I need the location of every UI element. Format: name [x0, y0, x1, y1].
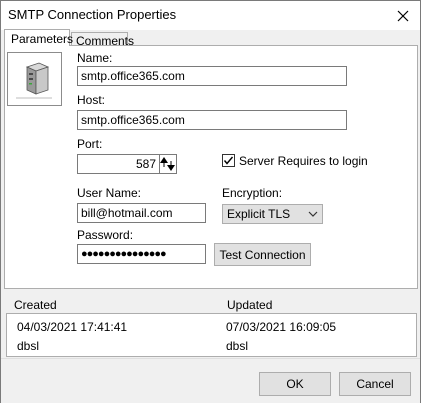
test-connection-button[interactable]: Test Connection	[214, 243, 311, 266]
smtp-properties-dialog: SMTP Connection Properties Parameters Co…	[0, 0, 421, 403]
close-icon	[397, 10, 409, 21]
username-input[interactable]	[77, 203, 206, 223]
check-mark-icon	[223, 156, 234, 165]
updated-label: Updated	[227, 298, 273, 312]
host-label: Host:	[77, 93, 106, 107]
name-input[interactable]	[77, 66, 347, 86]
server-icon	[16, 62, 52, 99]
tab-comments[interactable]: Comments	[71, 32, 134, 48]
port-input[interactable]	[77, 154, 160, 174]
dialog-footer: OK Cancel	[1, 358, 420, 403]
chevron-down-icon	[308, 211, 318, 217]
close-button[interactable]	[386, 1, 420, 30]
created-date: 04/03/2021 17:41:41	[17, 320, 128, 334]
encryption-select[interactable]: Explicit TLS	[222, 204, 323, 224]
updated-date: 07/03/2021 16:09:05	[226, 320, 337, 334]
login-checkbox-label[interactable]: Server Requires to login	[239, 154, 368, 168]
login-checkbox[interactable]	[222, 154, 235, 167]
window-title: SMTP Connection Properties	[8, 7, 177, 22]
title-bar: SMTP Connection Properties	[1, 1, 420, 30]
encryption-label: Encryption:	[222, 186, 283, 200]
password-label: Password:	[77, 228, 134, 242]
name-label: Name:	[77, 51, 113, 65]
username-label: User Name:	[77, 186, 142, 200]
spinner-arrows-icon	[160, 157, 175, 171]
audit-info-box: 04/03/2021 17:41:41 07/03/2021 16:09:05 …	[6, 313, 417, 357]
ok-button[interactable]: OK	[259, 372, 331, 396]
port-label: Port:	[77, 137, 103, 151]
password-input[interactable]: ●●●●●●●●●●●●●●●	[77, 244, 206, 264]
port-spinner[interactable]	[159, 154, 177, 174]
cancel-button[interactable]: Cancel	[339, 372, 411, 396]
server-icon-frame	[7, 52, 62, 106]
created-by: dbsl	[17, 339, 40, 353]
host-input[interactable]	[77, 110, 347, 130]
created-label: Created	[14, 298, 57, 312]
encryption-value: Explicit TLS	[227, 207, 291, 221]
updated-by: dbsl	[226, 339, 249, 353]
tab-parameters[interactable]: Parameters	[4, 29, 73, 46]
